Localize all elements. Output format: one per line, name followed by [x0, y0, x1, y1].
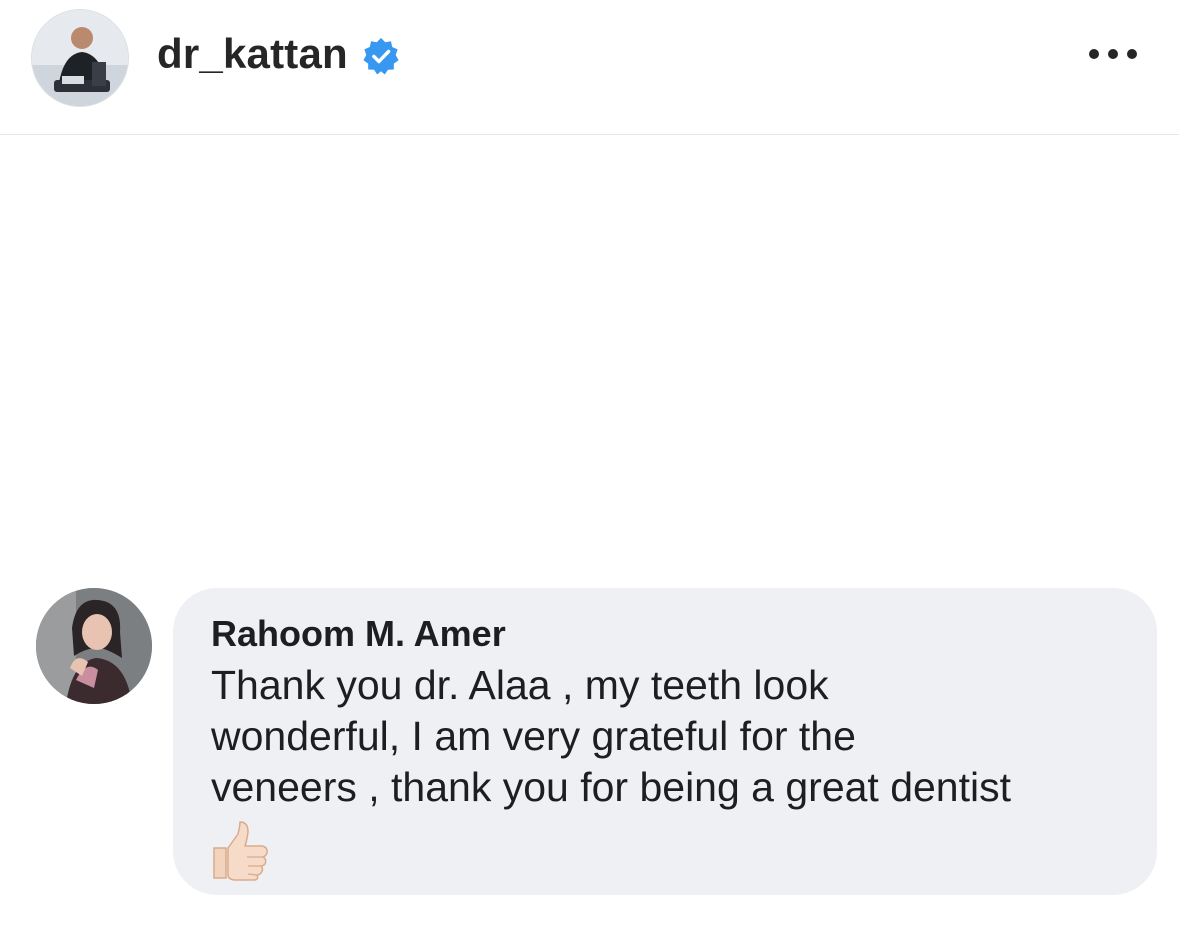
- post-header: dr_kattan: [0, 0, 1179, 135]
- more-dot: [1108, 49, 1118, 59]
- comment-text: Thank you dr. Alaa , my teeth look wonde…: [211, 660, 1119, 813]
- more-dot: [1089, 49, 1099, 59]
- comment-line: Thank you dr. Alaa , my teeth look: [211, 662, 829, 708]
- commenter-photo-icon: [36, 588, 152, 704]
- username[interactable]: dr_kattan: [157, 30, 348, 78]
- commenter-avatar: [36, 588, 152, 704]
- post-footer-spacer: [0, 895, 1179, 939]
- comment-line: veneers , thank you for being a great de…: [211, 764, 1012, 810]
- comment-author[interactable]: Rahoom M. Amer: [211, 612, 1119, 656]
- profile-avatar[interactable]: [32, 10, 128, 106]
- verified-badge-icon: [363, 37, 399, 75]
- thumbs-up-icon: [213, 821, 268, 881]
- comment-line: wonderful, I am very grateful for the: [211, 713, 856, 759]
- comment-bubble: Rahoom M. Amer Thank you dr. Alaa , my t…: [173, 588, 1157, 895]
- more-dot: [1127, 49, 1137, 59]
- more-options-button[interactable]: [1085, 38, 1145, 72]
- avatar-photo-icon: [32, 10, 128, 106]
- instagram-post: dr_kattan Rahoom M. Amer Thank you dr. A…: [0, 0, 1179, 939]
